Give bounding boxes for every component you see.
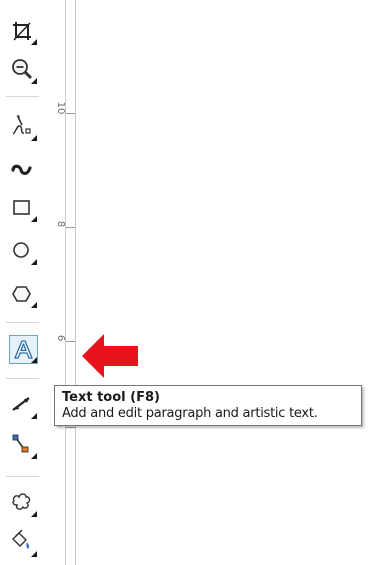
toolbox [0, 0, 44, 565]
flyout-indicator-icon [31, 551, 37, 557]
ruler-label: 8 [55, 220, 66, 228]
flyout-indicator-icon [31, 413, 37, 419]
tooltip: Text tool (F8) Add and edit paragraph an… [54, 385, 362, 426]
flyout-indicator-icon [31, 453, 37, 459]
flyout-indicator-icon [31, 302, 37, 308]
red-arrow-icon [82, 334, 138, 378]
effects-tool-button[interactable] [8, 488, 38, 518]
flyout-indicator-icon [31, 511, 37, 517]
fill-tool-button[interactable] [8, 528, 38, 558]
flyout-indicator-icon [31, 39, 37, 45]
ruler-label: 10 [55, 101, 66, 115]
ruler-major-tick [66, 341, 75, 342]
artistic-media-tool-button[interactable] [8, 152, 38, 182]
vertical-ruler[interactable]: 10 8 6 4 [44, 0, 77, 565]
flyout-indicator-icon [31, 259, 37, 265]
ruler-major-tick [66, 227, 75, 228]
toolbox-separator [6, 378, 39, 379]
polygon-tool-button[interactable] [8, 279, 38, 309]
flyout-indicator-icon [31, 216, 37, 222]
connector-tool-button[interactable] [8, 430, 38, 460]
toolbox-separator [6, 96, 39, 97]
flyout-indicator-icon [31, 135, 37, 141]
zoom-tool-button[interactable] [8, 55, 38, 85]
freehand-tool-button[interactable] [8, 112, 38, 142]
text-tool-button[interactable] [9, 335, 38, 364]
flyout-indicator-icon [31, 78, 37, 84]
toolbox-separator [6, 476, 39, 477]
tooltip-title: Text tool (F8) [62, 390, 160, 405]
ruler-label: 6 [55, 334, 66, 342]
dimension-tool-button[interactable] [8, 390, 38, 420]
ruler-major-tick [66, 427, 75, 428]
tooltip-description: Add and edit paragraph and artistic text… [62, 406, 318, 421]
toolbox-separator [6, 322, 39, 323]
ruler-major-tick [66, 113, 75, 114]
flyout-indicator-icon [31, 357, 37, 363]
application-window: 10 8 6 4 Text tool (F8) Add and edit par… [0, 0, 385, 565]
ruler-edge [65, 0, 66, 565]
rectangle-tool-button[interactable] [8, 193, 38, 223]
ruler-edge [75, 0, 76, 565]
artistic-media-icon [11, 164, 32, 176]
ellipse-tool-button[interactable] [8, 236, 38, 266]
crop-tool-button[interactable] [8, 16, 38, 46]
